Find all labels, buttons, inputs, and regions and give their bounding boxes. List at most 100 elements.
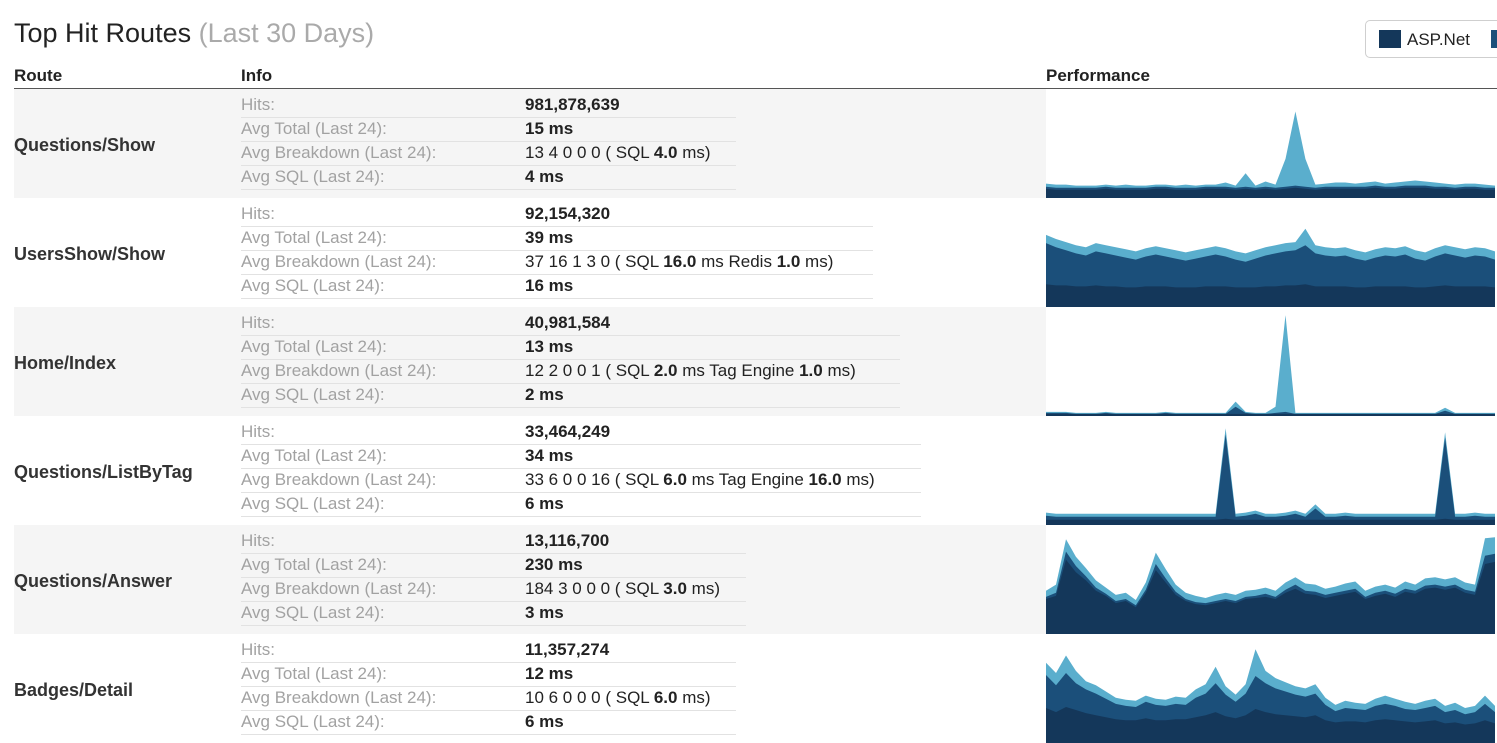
avg-total-value: 13 ms <box>525 337 574 356</box>
info-underline <box>241 407 900 408</box>
performance-sparkline[interactable] <box>1046 307 1495 416</box>
breakdown-text: ms Redis <box>696 252 777 271</box>
avg-breakdown-value: 33 6 0 0 16 ( SQL 6.0 ms Tag Engine 16.0… <box>525 470 875 490</box>
avg-breakdown-value: 37 16 1 3 0 ( SQL 16.0 ms Redis 1.0 ms) <box>525 252 833 272</box>
performance-sparkline[interactable] <box>1046 634 1495 743</box>
route-name[interactable]: Badges/Detail <box>14 679 133 701</box>
route-name[interactable]: Home/Index <box>14 352 116 374</box>
info-label: Avg Total (Last 24): <box>241 446 387 465</box>
hits-value: 13,116,700 <box>525 531 610 550</box>
avg-sql-value: 3 ms <box>525 603 564 622</box>
info-underline <box>241 625 746 626</box>
sparkline-area-total <box>1046 428 1495 525</box>
info-label: Avg SQL (Last 24): <box>241 603 385 622</box>
breakdown-text: ms) <box>686 579 720 598</box>
sparkline-area-total <box>1046 111 1495 198</box>
breakdown-text: ms) <box>800 252 834 271</box>
info-label: Avg SQL (Last 24): <box>241 276 385 295</box>
avg-total-value: 230 ms <box>525 555 583 574</box>
info-label: Hits: <box>241 422 275 441</box>
info-line: Avg SQL (Last 24): 3 ms <box>241 602 746 626</box>
breakdown-text: ms) <box>841 470 875 489</box>
table-row[interactable]: Home/Index Hits: 40,981,584 Avg Total (Last… <box>0 307 1497 416</box>
breakdown-value: 3.0 <box>663 579 687 598</box>
avg-sql-value: 16 ms <box>525 276 574 295</box>
hits-value: 11,357,274 <box>525 640 610 659</box>
info-line: Hits: 11,357,274 <box>241 639 736 663</box>
page-title: Top Hit Routes (Last 30 Days) <box>14 16 374 50</box>
info-label: Avg SQL (Last 24): <box>241 167 385 186</box>
breakdown-value: 16.0 <box>808 470 842 489</box>
legend-label: ASP.Net <box>1407 30 1471 49</box>
breakdown-text: 13 4 0 0 0 ( SQL <box>525 143 654 162</box>
info-label: Avg Breakdown (Last 24): <box>241 252 437 271</box>
info-underline <box>241 734 736 735</box>
sparkline-area-base <box>1046 284 1495 307</box>
info-label: Hits: <box>241 531 275 550</box>
route-name[interactable]: Questions/Show <box>14 134 155 156</box>
hits-value: 981,878,639 <box>525 95 620 114</box>
avg-total-value: 12 ms <box>525 664 574 683</box>
breakdown-text: 33 6 0 0 16 ( SQL <box>525 470 664 489</box>
table-row[interactable]: Questions/ListByTag Hits: 33,464,249 Avg To… <box>0 416 1497 525</box>
legend-asp-net[interactable]: ASP.Net <box>1365 20 1497 58</box>
avg-sql-value: 4 ms <box>525 167 564 186</box>
info-line: Avg Breakdown (Last 24): 37 16 1 3 0 ( SQ… <box>241 251 873 275</box>
avg-breakdown-value: 12 2 0 0 1 ( SQL 2.0 ms Tag Engine 1.0 m… <box>525 361 856 381</box>
info-underline <box>241 298 873 299</box>
legend-swatch <box>1379 30 1401 48</box>
route-name[interactable]: Questions/ListByTag <box>14 461 193 483</box>
info-label: Avg Breakdown (Last 24): <box>241 688 437 707</box>
info-label: Avg Breakdown (Last 24): <box>241 143 437 162</box>
info-label: Hits: <box>241 95 275 114</box>
table-row[interactable]: UsersShow/Show Hits: 92,154,320 Avg Total (… <box>0 198 1497 307</box>
avg-breakdown-value: 10 6 0 0 0 ( SQL 6.0 ms) <box>525 688 711 708</box>
avg-sql-value: 6 ms <box>525 712 564 731</box>
info-line: Avg Breakdown (Last 24): 12 2 0 0 1 ( SQL… <box>241 360 900 384</box>
info-label: Avg Breakdown (Last 24): <box>241 579 437 598</box>
hits-value: 33,464,249 <box>525 422 611 441</box>
info-line: Avg Breakdown (Last 24): 33 6 0 0 16 ( SQ… <box>241 469 921 493</box>
info-line: Avg Total (Last 24): 13 ms <box>241 336 900 360</box>
breakdown-value: 2.0 <box>653 361 678 380</box>
table-row[interactable]: Questions/Answer Hits: 13,116,700 Avg Total… <box>0 525 1497 634</box>
info-line: Avg Total (Last 24): 230 ms <box>241 554 746 578</box>
info-label: Avg SQL (Last 24): <box>241 712 385 731</box>
performance-sparkline[interactable] <box>1046 198 1495 307</box>
sparkline-area-mid <box>1046 434 1495 525</box>
column-header-route: Route <box>14 66 63 85</box>
hits-value: 40,981,584 <box>525 313 611 332</box>
info-label: Avg Breakdown (Last 24): <box>241 361 437 380</box>
info-label: Avg Total (Last 24): <box>241 664 387 683</box>
info-label: Avg Total (Last 24): <box>241 119 387 138</box>
table-row[interactable]: Badges/Detail Hits: 11,357,274 Avg Total (L… <box>0 634 1497 743</box>
route-name[interactable]: UsersShow/Show <box>14 243 165 265</box>
breakdown-value: 6.0 <box>653 688 678 707</box>
breakdown-text: 184 3 0 0 0 ( SQL <box>525 579 664 598</box>
info-line: Avg Breakdown (Last 24): 10 6 0 0 0 ( SQL… <box>241 687 736 711</box>
info-line: Hits: 13,116,700 <box>241 530 746 554</box>
avg-total-value: 34 ms <box>525 446 574 465</box>
breakdown-text: ms Tag Engine <box>677 361 800 380</box>
performance-sparkline[interactable] <box>1046 416 1495 525</box>
breakdown-text: ms Tag Engine <box>686 470 809 489</box>
route-name[interactable]: Questions/Answer <box>14 570 172 592</box>
table-row[interactable]: Questions/Show Hits: 981,878,639 Avg Total … <box>0 89 1497 198</box>
avg-breakdown-value: 184 3 0 0 0 ( SQL 3.0 ms) <box>525 579 720 599</box>
breakdown-value: 6.0 <box>663 470 687 489</box>
performance-sparkline[interactable] <box>1046 89 1495 198</box>
performance-sparkline[interactable] <box>1046 525 1495 634</box>
info-label: Hits: <box>241 640 275 659</box>
info-line: Avg SQL (Last 24): 6 ms <box>241 711 736 735</box>
breakdown-text: 37 16 1 3 0 ( SQL <box>525 252 664 271</box>
info-line: Hits: 92,154,320 <box>241 203 873 227</box>
info-label: Avg SQL (Last 24): <box>241 494 385 513</box>
breakdown-text: 12 2 0 0 1 ( SQL <box>525 361 654 380</box>
info-line: Hits: 40,981,584 <box>241 312 900 336</box>
column-header-performance: Performance <box>1046 66 1150 85</box>
info-line: Avg SQL (Last 24): 6 ms <box>241 493 921 517</box>
info-line: Hits: 33,464,249 <box>241 421 921 445</box>
column-header-info: Info <box>241 66 273 85</box>
info-label: Avg SQL (Last 24): <box>241 385 385 404</box>
breakdown-value: 4.0 <box>653 143 678 162</box>
